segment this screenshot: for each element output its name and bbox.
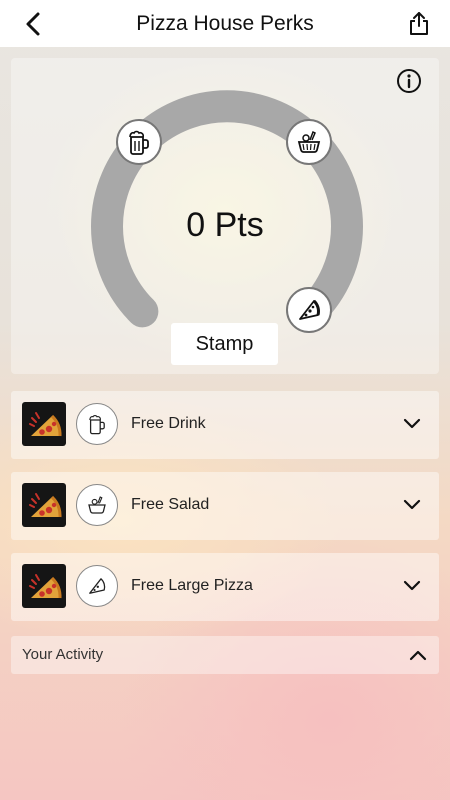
milestone-pizza-badge <box>286 287 332 333</box>
reward-icon-circle <box>76 403 118 445</box>
reward-label: Free Drink <box>131 415 206 432</box>
pizza-logo-thumbnail <box>22 402 66 446</box>
salad-bowl-icon <box>297 130 321 153</box>
activity-label: Your Activity <box>22 646 104 663</box>
reward-item-free-salad[interactable]: Free Salad <box>11 472 439 540</box>
milestone-drink-badge <box>116 119 162 165</box>
salad-bowl-icon <box>88 496 106 514</box>
stamp-button[interactable]: Stamp <box>171 323 278 365</box>
pizza-slice-icon <box>89 578 106 594</box>
beer-mug-icon <box>89 415 105 435</box>
share-icon[interactable] <box>406 9 432 37</box>
page-title: Pizza House Perks <box>136 11 314 35</box>
reward-icon-circle <box>76 484 118 526</box>
reward-icon-circle <box>76 565 118 607</box>
reward-label: Free Salad <box>131 496 210 513</box>
pizza-slice-icon <box>299 299 320 320</box>
reward-item-free-large-pizza[interactable]: Free Large Pizza <box>11 553 439 621</box>
beer-mug-icon <box>129 130 149 155</box>
reward-item-free-drink[interactable]: Free Drink <box>11 391 439 459</box>
your-activity-section[interactable]: Your Activity <box>11 636 439 674</box>
chevron-down-icon[interactable] <box>403 577 421 595</box>
chevron-up-icon[interactable] <box>409 646 427 664</box>
info-icon[interactable] <box>396 68 422 94</box>
chevron-down-icon[interactable] <box>403 415 421 433</box>
chevron-down-icon[interactable] <box>403 496 421 514</box>
header-bar: Pizza House Perks <box>0 0 450 47</box>
pizza-logo-thumbnail <box>22 564 66 608</box>
reward-label: Free Large Pizza <box>131 577 253 594</box>
milestone-salad-badge <box>286 119 332 165</box>
back-chevron-icon[interactable] <box>20 10 48 38</box>
points-label: 0 Pts <box>186 206 264 244</box>
pizza-logo-thumbnail <box>22 483 66 527</box>
stamp-card: 0 Pts Stamp <box>11 58 439 374</box>
